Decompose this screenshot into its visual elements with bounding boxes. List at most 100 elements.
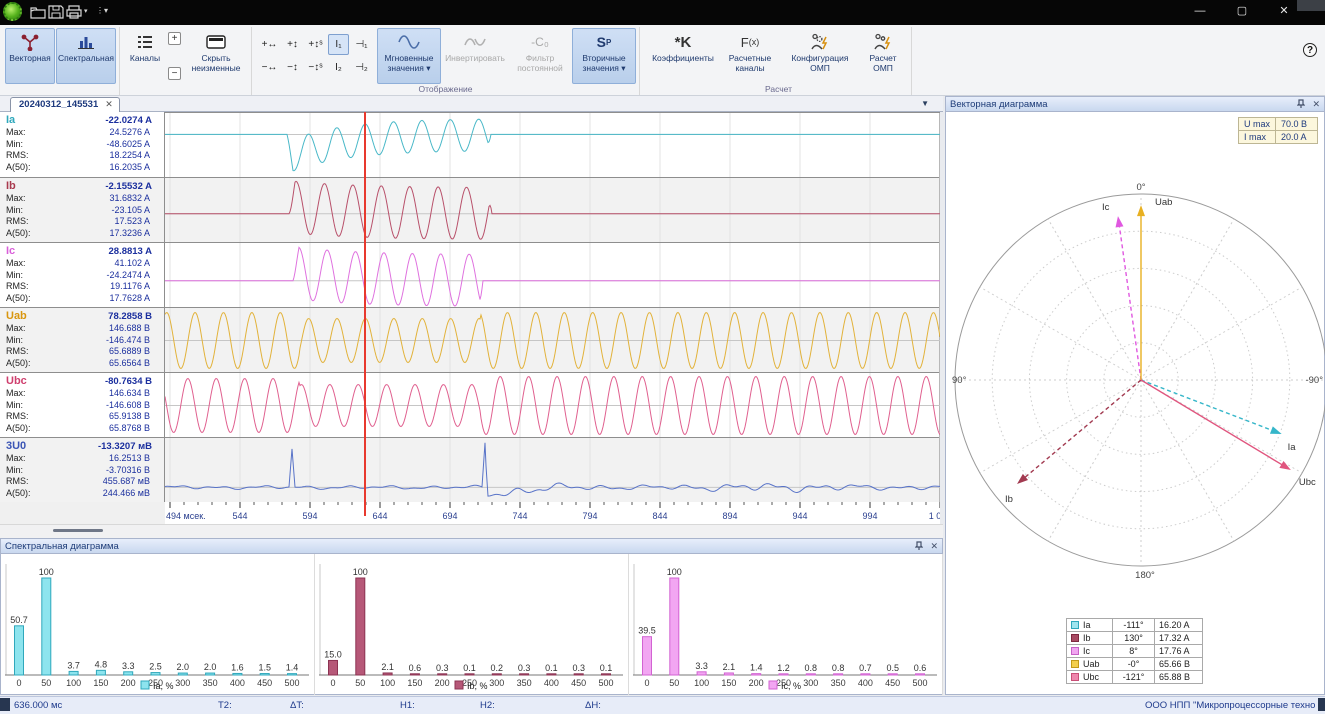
restore-button[interactable]: ▢ xyxy=(1227,2,1257,20)
spectral-close-icon[interactable]: ✕ xyxy=(930,541,938,552)
close-button[interactable]: ✕ xyxy=(1269,2,1299,20)
pin-icon[interactable] xyxy=(915,541,923,551)
vector-label-Ia: Ia xyxy=(1288,442,1297,453)
app-logo-icon[interactable] xyxy=(3,2,22,21)
svg-text:0.1: 0.1 xyxy=(463,663,476,673)
svg-text:450: 450 xyxy=(885,678,900,688)
zoom-tool-button-⊣₂[interactable]: ⊣₂ xyxy=(351,57,372,78)
tab-list-dropdown-icon[interactable]: ▼ xyxy=(921,99,929,108)
pin-icon[interactable] xyxy=(1297,99,1305,109)
coefficients-label: Коэффициенты xyxy=(652,53,714,63)
horizontal-scrollbar[interactable] xyxy=(0,524,943,538)
stat-value: -146.474 В xyxy=(106,335,150,345)
stat-value: 65.9138 В xyxy=(109,411,150,421)
vector-diagram-icon xyxy=(21,31,39,53)
diagram-group: Векторная Спектральная xyxy=(2,27,120,95)
svg-text:200: 200 xyxy=(121,678,136,688)
vector-close-icon[interactable]: ✕ xyxy=(1312,99,1320,110)
vector-legend-table: Ia-111°16.20 AIb130°17.32 AIc8°17.76 AUa… xyxy=(1066,618,1203,684)
bar-chart-svg: 39.50100503.31002.11501.42001.22500.8300… xyxy=(629,554,942,695)
instant-values-button[interactable]: Мгновенные значения ▾ xyxy=(377,28,441,84)
vector-Ia xyxy=(1141,380,1276,432)
spectral-diagram-button[interactable]: Спектральная xyxy=(56,28,116,84)
stat-value: 146.634 В xyxy=(109,388,150,398)
legend-magnitude: 17.32 A xyxy=(1155,632,1203,645)
svg-text:0: 0 xyxy=(16,678,21,688)
channel-info-panel: Ia-22.0274 AMax:24.5276 AMin:-48.6025 AR… xyxy=(0,112,165,502)
svg-text:1.6: 1.6 xyxy=(231,662,244,672)
minimize-button[interactable]: — xyxy=(1185,2,1215,20)
channel-stat-line: Max:146.688 В xyxy=(6,323,156,334)
secondary-values-button[interactable]: SP Вторичные значения ▾ xyxy=(572,28,636,84)
channels-list-icon xyxy=(136,31,154,53)
legend-swatch xyxy=(1071,621,1079,629)
svg-text:0°: 0° xyxy=(1136,182,1145,193)
omp-config-icon xyxy=(810,31,830,53)
svg-text:50: 50 xyxy=(41,678,51,688)
bar xyxy=(834,674,843,675)
invert-button[interactable]: Инвертировать xyxy=(442,28,508,84)
stat-label: Max: xyxy=(6,258,26,268)
open-file-icon[interactable] xyxy=(30,5,46,19)
zoom-tool-button-+↕ˢ[interactable]: +↕ˢ xyxy=(305,34,326,55)
save-icon[interactable] xyxy=(48,5,64,19)
bar xyxy=(233,673,242,675)
svg-text:0.3: 0.3 xyxy=(572,663,585,673)
bar xyxy=(602,674,611,675)
channel-stat-line: A(50):65.8768 В xyxy=(6,423,156,434)
hide-unchanged-button[interactable]: Скрыть неизменные xyxy=(184,28,248,84)
help-icon[interactable]: ? xyxy=(1303,43,1317,57)
remove-channel-button[interactable]: − xyxy=(168,67,181,80)
time-cursor-line[interactable] xyxy=(364,112,366,516)
dc-filter-button[interactable]: -C₀ Фильтр постоянной xyxy=(509,28,571,84)
svg-text:0.6: 0.6 xyxy=(409,663,422,673)
print-icon[interactable] xyxy=(66,5,82,19)
vector-Ubc xyxy=(1141,380,1286,467)
svg-text:Ic, %: Ic, % xyxy=(781,681,801,691)
horizontal-scrollbar-thumb[interactable] xyxy=(53,529,103,532)
svg-text:-90°: -90° xyxy=(1305,375,1323,386)
vector-legend-row: Ia-111°16.20 A xyxy=(1067,619,1203,632)
add-channel-button[interactable]: + xyxy=(168,32,181,45)
channel-info-row: 3U0-13.3207 мВMax:16.2513 ВMin:-3.70316 … xyxy=(0,437,164,502)
channel-name: Ia xyxy=(6,114,15,126)
svg-text:150: 150 xyxy=(721,678,736,688)
zoom-tool-button-−↔[interactable]: −↔ xyxy=(259,57,280,78)
oscillogram-tab[interactable]: 20240312_145531✕ xyxy=(10,97,120,112)
svg-text:0.1: 0.1 xyxy=(600,663,613,673)
omp-config-button[interactable]: Конфигурация ОМП xyxy=(783,28,857,84)
channel-info-row: Ic28.8813 AMax:41.102 AMin:-24.2474 ARMS… xyxy=(0,242,164,307)
svg-text:544: 544 xyxy=(232,511,247,521)
channels-group: Каналы + − Скрыть неизменные xyxy=(120,27,252,95)
stat-label: RMS: xyxy=(6,411,29,421)
zoom-tool-button-I₁[interactable]: I₁ xyxy=(328,34,349,55)
scale-row: U max70.0 В xyxy=(1238,118,1317,131)
bar xyxy=(124,672,133,675)
svg-text:2.5: 2.5 xyxy=(149,662,162,672)
vector-diagram-button[interactable]: Векторная xyxy=(5,28,55,84)
stat-label: Min: xyxy=(6,205,23,215)
coefficients-button[interactable]: *K Коэффициенты xyxy=(649,28,717,84)
omp-calc-button[interactable]: Расчет ОМП xyxy=(858,28,908,84)
zoom-tool-button-+↕[interactable]: +↕ xyxy=(282,34,303,55)
bar xyxy=(465,674,474,675)
channels-button[interactable]: Каналы xyxy=(123,28,167,84)
svg-text:3.3: 3.3 xyxy=(122,661,135,671)
omp-calc-icon xyxy=(873,31,893,53)
zoom-tool-button-I₂[interactable]: I₂ xyxy=(328,57,349,78)
zoom-tool-button-⊣₁[interactable]: ⊣₁ xyxy=(351,34,372,55)
waveform-plot-area[interactable] xyxy=(165,112,940,502)
calc-channels-button[interactable]: F(x) Расчетные каналы xyxy=(718,28,782,84)
tab-close-icon[interactable]: ✕ xyxy=(105,99,113,109)
quick-access-customize-icon[interactable]: ⋮▾ xyxy=(96,6,112,20)
bar xyxy=(547,674,556,675)
svg-text:0.5: 0.5 xyxy=(886,663,899,673)
vector-legend-row: Uab-0°65.66 В xyxy=(1067,658,1203,671)
zoom-tool-button-−↕[interactable]: −↕ xyxy=(282,57,303,78)
scale-limits-table: U max70.0 ВI max20.0 A xyxy=(1238,117,1318,144)
stat-value: 65.8768 В xyxy=(109,423,150,433)
zoom-tool-button-+↔[interactable]: +↔ xyxy=(259,34,280,55)
vector-panel-header: Векторная диаграмма ✕ xyxy=(945,96,1325,112)
time-ruler: 494 мсек.5445946446947447948448949449941… xyxy=(165,502,940,524)
zoom-tool-button-−↕ˢ[interactable]: −↕ˢ xyxy=(305,57,326,78)
